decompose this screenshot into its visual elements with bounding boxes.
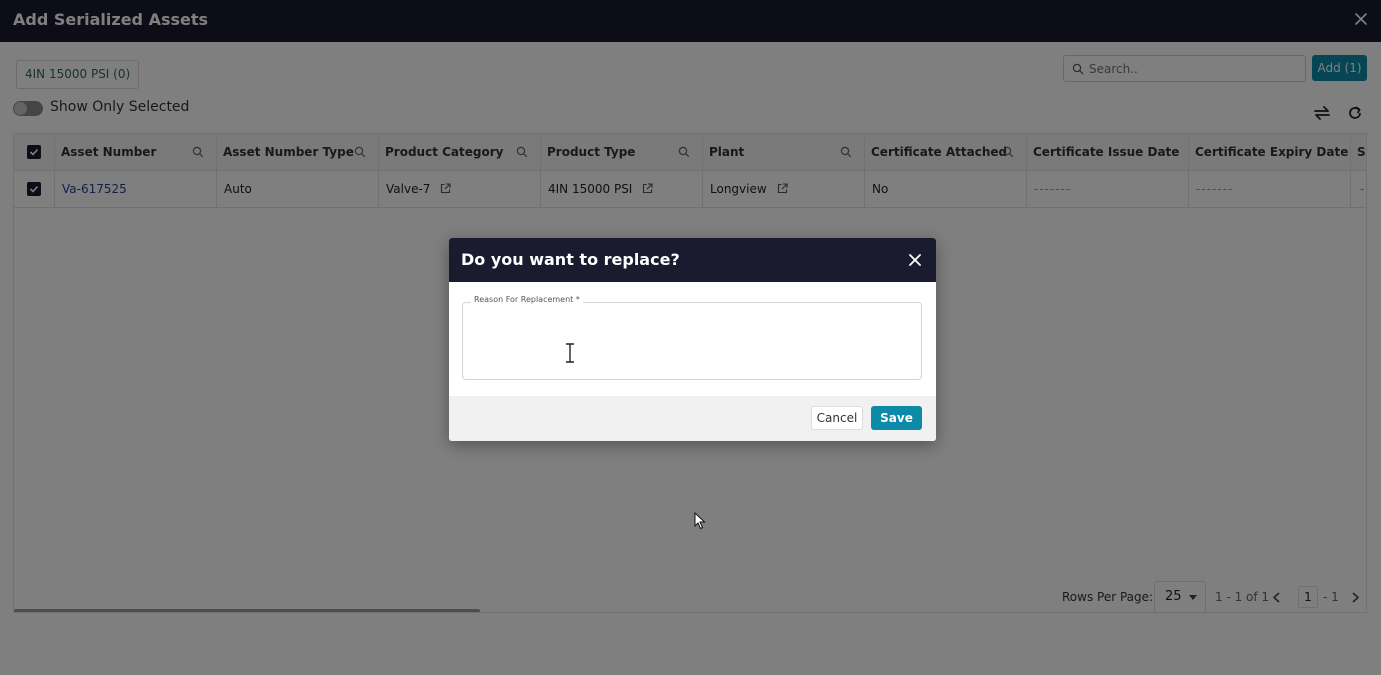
dialog-title: Do you want to replace?	[461, 250, 680, 269]
reason-field[interactable]: Reason For Replacement *	[462, 295, 922, 380]
reason-field-label: Reason For Replacement *	[471, 295, 583, 304]
reason-textarea[interactable]	[469, 313, 915, 373]
replace-dialog: Do you want to replace? Reason For Repla…	[449, 238, 936, 441]
cancel-button[interactable]: Cancel	[811, 406, 863, 430]
text-cursor-icon	[566, 343, 574, 363]
dialog-header: Do you want to replace?	[449, 238, 936, 282]
save-button[interactable]: Save	[871, 406, 922, 430]
dialog-footer: Cancel Save	[449, 396, 936, 441]
close-icon[interactable]	[908, 253, 922, 267]
mouse-pointer-icon	[694, 512, 706, 530]
